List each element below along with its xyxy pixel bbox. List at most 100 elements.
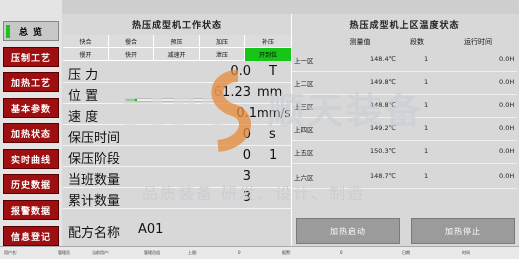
step-open-complete: 开到位: [245, 48, 291, 61]
sidebar-item-label: 实时曲线: [10, 155, 51, 166]
sidebar-item-label: 压制工艺: [10, 53, 51, 64]
sidebar-item-press-process[interactable]: 压制工艺: [3, 47, 59, 67]
pressure-unit: T: [269, 64, 277, 79]
sidebar-item-history-data[interactable]: 历史数据: [3, 174, 59, 194]
sidebar-item-label: 信息登记: [10, 232, 51, 243]
param-row-hold-time: 保压时间 0 s: [63, 126, 291, 146]
step-row-1: 快合 慢合 预压 加压 补压: [63, 35, 291, 48]
position-progress-bar: [125, 98, 219, 102]
temperature-panel-title: 热压成型机上区温度状态: [349, 21, 460, 31]
recipe-label: 配方名称: [68, 226, 121, 241]
status-current-user-label: 当前用户:: [92, 250, 110, 255]
zone-name: 上六区: [294, 174, 314, 182]
sidebar-item-basic-params[interactable]: 基本参数: [3, 98, 59, 118]
hold-time-label: 保压时间: [68, 131, 121, 146]
zone-segment: 1: [424, 147, 429, 155]
step-slow-close: 慢合: [109, 35, 154, 48]
machine-panel-title: 热压成型机工作状态: [131, 21, 222, 31]
sidebar-item-label: 基本参数: [10, 104, 51, 115]
zone-runtime: 0.0H: [499, 172, 515, 180]
sidebar-item-label: 历史数据: [10, 180, 51, 191]
zone-temperature: 150.3℃: [370, 147, 396, 155]
zone-segment: 1: [424, 101, 429, 109]
recipe-value[interactable]: A01: [138, 222, 163, 237]
status-user-label: 用户名:: [4, 250, 18, 255]
hold-time-value: 0: [242, 127, 251, 142]
sidebar-item-heating-process[interactable]: 加热工艺: [3, 72, 59, 92]
zone-temperature: 148.8℃: [370, 101, 396, 109]
position-value: 61.23: [213, 85, 251, 100]
speed-value: 0.1: [236, 106, 257, 121]
status-time: 时间: [462, 250, 470, 255]
zone-runtime: 0.0H: [499, 124, 515, 132]
table-row: 上一区 148.4℃ 1 0.0H: [292, 49, 517, 72]
zone-name: 上三区: [294, 103, 314, 111]
hold-stage-total: 1: [269, 148, 278, 163]
zone-temperature: 149.2℃: [370, 124, 396, 132]
zone-temperature: 148.4℃: [370, 55, 396, 63]
zone-segment: 1: [424, 124, 429, 132]
param-row-recipe: 配方名称 A01: [63, 221, 291, 241]
heat-stop-button[interactable]: 加热停止: [411, 218, 515, 244]
sidebar-item-overview[interactable]: 总 览: [3, 21, 59, 41]
speed-label: 速 度: [68, 110, 99, 125]
status-user-value: 管理员: [58, 250, 70, 255]
total-count-label: 累计数量: [68, 194, 121, 209]
sidebar-item-alarm-data[interactable]: 报警数据: [3, 200, 59, 220]
zone-runtime: 0.0H: [499, 147, 515, 155]
total-count-value: 3: [242, 190, 251, 205]
zone-name: 上五区: [294, 149, 314, 157]
col-header-measured: 测量值: [349, 38, 371, 46]
status-alarm-value: 0: [340, 250, 343, 255]
param-row-total-count: 累计数量 3: [63, 189, 291, 209]
sidebar-item-label: 加热状态: [10, 129, 51, 140]
step-press: 加压: [200, 35, 245, 48]
sidebar: 总 览 压制工艺 加热工艺 基本参数 加热状态 实时曲线 历史数据 报警数据 信…: [0, 0, 62, 246]
status-limit-label: 上限:: [188, 250, 198, 255]
param-row-hold-stage: 保压阶段 0 1: [63, 147, 291, 167]
col-header-runtime: 运行时间: [464, 38, 492, 46]
zone-runtime: 0.0H: [499, 78, 515, 86]
table-row: 上六区 148.7℃ 1 0.0H: [292, 166, 517, 189]
table-row: 上四区 149.2℃ 1 0.0H: [292, 118, 517, 141]
position-unit: mm: [257, 85, 283, 100]
shift-count-label: 当班数量: [68, 173, 121, 188]
position-progress-fill: [126, 99, 138, 101]
sidebar-item-realtime-curve[interactable]: 实时曲线: [3, 149, 59, 169]
param-row-speed: 速 度 0.1 mm/s: [63, 105, 291, 125]
pressure-label: 压 力: [68, 68, 99, 83]
status-limit-value: 0: [238, 250, 241, 255]
zone-segment: 1: [424, 55, 429, 63]
step-supplement-press: 补压: [261, 39, 274, 46]
step-release-pressure: 泄压: [200, 48, 245, 61]
sidebar-item-label: 总 览: [18, 27, 44, 38]
shift-count-value: 3: [242, 169, 251, 184]
step-row-2: 慢开 快开 减速开 泄压 开到位: [63, 48, 291, 61]
active-indicator: [6, 25, 10, 38]
sidebar-item-label: 加热工艺: [10, 78, 51, 89]
pressure-value: 0.0: [230, 64, 251, 79]
table-row: 上二区 149.8℃ 1 0.0H: [292, 72, 517, 95]
zone-temperature: 149.8℃: [370, 78, 396, 86]
table-row: 上五区 150.3℃ 1 0.0H: [292, 141, 517, 164]
sidebar-item-label: 报警数据: [10, 206, 51, 217]
status-bar: 用户名: 管理员 当前用户: 管理员组 上限: 0 报警: 0 日期 时间: [0, 246, 519, 259]
col-header-segment: 段数: [410, 38, 424, 46]
zone-segment: 1: [424, 78, 429, 86]
hold-time-unit: s: [269, 127, 276, 142]
heat-start-button[interactable]: 加热启动: [296, 218, 400, 244]
hold-stage-label: 保压阶段: [68, 152, 121, 167]
position-label: 位 置: [68, 89, 99, 104]
sidebar-item-heating-status[interactable]: 加热状态: [3, 123, 59, 143]
zone-name: 上二区: [294, 80, 314, 88]
param-row-shift-count: 当班数量 3: [63, 168, 291, 188]
hold-stage-value: 0: [242, 148, 251, 163]
zone-segment: 1: [424, 172, 429, 180]
zone-name: 上一区: [294, 57, 314, 65]
step-pre-press: 预压: [154, 35, 200, 48]
param-row-pressure: 压 力 0.0 T: [63, 63, 291, 83]
status-date: 日期: [402, 250, 410, 255]
param-row-position: 位 置 61.23 mm: [63, 84, 291, 104]
status-alarm-label: 报警:: [282, 250, 292, 255]
sidebar-item-info-register[interactable]: 信息登记: [3, 226, 59, 246]
